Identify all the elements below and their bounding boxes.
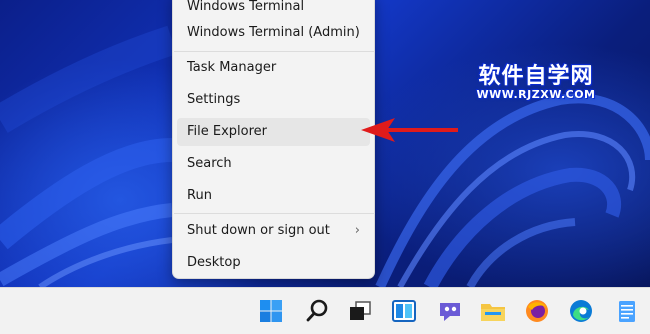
menu-item-task-manager[interactable]: Task Manager	[177, 54, 370, 82]
menu-item-desktop[interactable]: Desktop	[177, 249, 370, 277]
menu-item-settings[interactable]: Settings	[177, 86, 370, 114]
edge-icon[interactable]	[567, 297, 595, 325]
menu-separator	[174, 213, 375, 214]
chat-icon[interactable]	[436, 297, 464, 325]
notepad-icon[interactable]	[613, 297, 641, 325]
menu-item-windows-terminal-admin[interactable]: Windows Terminal (Admin)	[177, 19, 370, 47]
menu-item-label: Shut down or sign out	[187, 223, 330, 238]
winx-context-menu: Windows Terminal Windows Terminal (Admin…	[172, 0, 375, 279]
taskbar	[0, 287, 650, 334]
watermark-title: 软件自学网	[478, 64, 594, 89]
menu-item-label: Run	[187, 188, 212, 203]
menu-item-file-explorer[interactable]: File Explorer	[177, 118, 370, 146]
widgets-icon[interactable]	[390, 297, 418, 325]
watermark-url: WWW.RJZXW.COM	[476, 88, 596, 101]
menu-item-label: Settings	[187, 92, 241, 107]
menu-item-label: Windows Terminal (Admin)	[187, 25, 360, 40]
menu-separator	[174, 51, 375, 52]
search-icon[interactable]	[303, 297, 331, 325]
menu-item-label: Windows Terminal	[187, 0, 305, 14]
watermark: 软件自学网 WWW.RJZXW.COM	[461, 58, 611, 101]
firefox-icon[interactable]	[523, 297, 551, 325]
menu-item-label: Search	[187, 156, 232, 171]
red-arrow-file-explorer	[361, 118, 458, 142]
start-icon[interactable]	[257, 297, 285, 325]
menu-item-windows-terminal[interactable]: Windows Terminal	[177, 0, 370, 21]
file-explorer-icon[interactable]	[479, 297, 507, 325]
chevron-right-icon: ›	[354, 223, 360, 238]
menu-item-label: File Explorer	[187, 124, 268, 139]
menu-item-label: Desktop	[187, 255, 241, 270]
menu-item-shut-down[interactable]: Shut down or sign out ›	[177, 217, 370, 245]
task-view-icon[interactable]	[346, 297, 374, 325]
menu-item-search[interactable]: Search	[177, 150, 370, 178]
menu-item-run[interactable]: Run	[177, 182, 370, 210]
menu-item-label: Task Manager	[187, 60, 277, 75]
